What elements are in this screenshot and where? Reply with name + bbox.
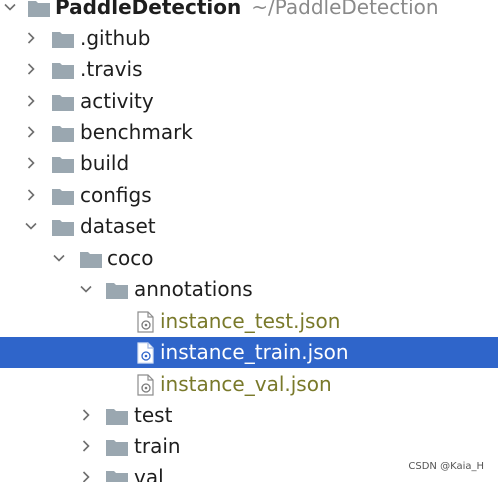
chevron-right-icon[interactable] [24, 62, 38, 76]
tree-root-label: PaddleDetection ~/PaddleDetection [55, 0, 439, 19]
tree-row-annotations[interactable]: annotations [0, 274, 498, 305]
tree-row-travis[interactable]: .travis [0, 54, 498, 85]
tree-row-dataset[interactable]: dataset [0, 211, 498, 242]
tree-item-label: .travis [80, 57, 143, 81]
chevron-right-icon[interactable] [79, 408, 93, 422]
chevron-down-icon[interactable] [79, 282, 93, 296]
tree-item-label: activity [80, 89, 154, 113]
tree-row-activity[interactable]: activity [0, 86, 498, 117]
folder-icon [106, 439, 128, 456]
chevron-down-icon[interactable] [24, 219, 38, 233]
tree-row-instance-test-json[interactable]: instance_test.json [0, 306, 498, 337]
chevron-right-icon[interactable] [79, 470, 93, 482]
tree-row-instance-val-json[interactable]: instance_val.json [0, 369, 498, 400]
json-file-icon [136, 342, 156, 364]
tree-row-configs[interactable]: configs [0, 180, 498, 211]
tree-item-label: instance_val.json [160, 372, 332, 396]
folder-icon [52, 62, 74, 79]
folder-icon [106, 470, 128, 482]
folder-icon [52, 188, 74, 205]
root-folder-path: ~/PaddleDetection [251, 0, 439, 19]
chevron-right-icon[interactable] [79, 439, 93, 453]
chevron-right-icon[interactable] [24, 125, 38, 139]
tree-item-label: dataset [80, 214, 156, 238]
folder-icon [52, 31, 74, 48]
tree-item-label: .github [80, 26, 151, 50]
tree-item-label: coco [107, 246, 154, 270]
json-file-icon [136, 374, 156, 396]
folder-icon [106, 408, 128, 425]
chevron-right-icon[interactable] [24, 31, 38, 45]
tree-row-instance-train-json[interactable]: instance_train.json [0, 337, 498, 368]
folder-icon [52, 156, 74, 173]
folder-icon [52, 94, 74, 111]
root-folder-name: PaddleDetection [55, 0, 242, 19]
tree-row-root[interactable]: PaddleDetection ~/PaddleDetection [0, 0, 498, 23]
json-file-icon [136, 311, 156, 333]
folder-icon [52, 219, 74, 236]
tree-item-label: test [134, 403, 173, 427]
tree-row-build[interactable]: build [0, 148, 498, 179]
tree-row-benchmark[interactable]: benchmark [0, 117, 498, 148]
chevron-right-icon[interactable] [24, 94, 38, 108]
folder-icon [52, 125, 74, 142]
tree-row-github[interactable]: .github [0, 23, 498, 54]
tree-item-label: build [80, 151, 130, 175]
chevron-down-icon[interactable] [3, 0, 17, 14]
tree-item-label: val [134, 465, 164, 482]
chevron-right-icon[interactable] [24, 188, 38, 202]
tree-item-label: configs [80, 183, 152, 207]
tree-row-coco[interactable]: coco [0, 243, 498, 274]
tree-item-label: annotations [134, 277, 253, 301]
folder-icon [106, 282, 128, 299]
folder-icon [28, 0, 50, 17]
tree-item-label: train [134, 434, 181, 458]
tree-row-train[interactable]: train [0, 431, 498, 462]
chevron-right-icon[interactable] [24, 156, 38, 170]
tree-item-label: benchmark [80, 120, 193, 144]
tree-item-label: instance_train.json [160, 340, 349, 364]
project-tree: PaddleDetection ~/PaddleDetection .github… [0, 0, 498, 482]
watermark: CSDN @Kaia_H [408, 461, 484, 472]
tree-row-test[interactable]: test [0, 400, 498, 431]
chevron-down-icon[interactable] [52, 251, 66, 265]
folder-icon [80, 251, 102, 268]
tree-item-label: instance_test.json [160, 309, 341, 333]
